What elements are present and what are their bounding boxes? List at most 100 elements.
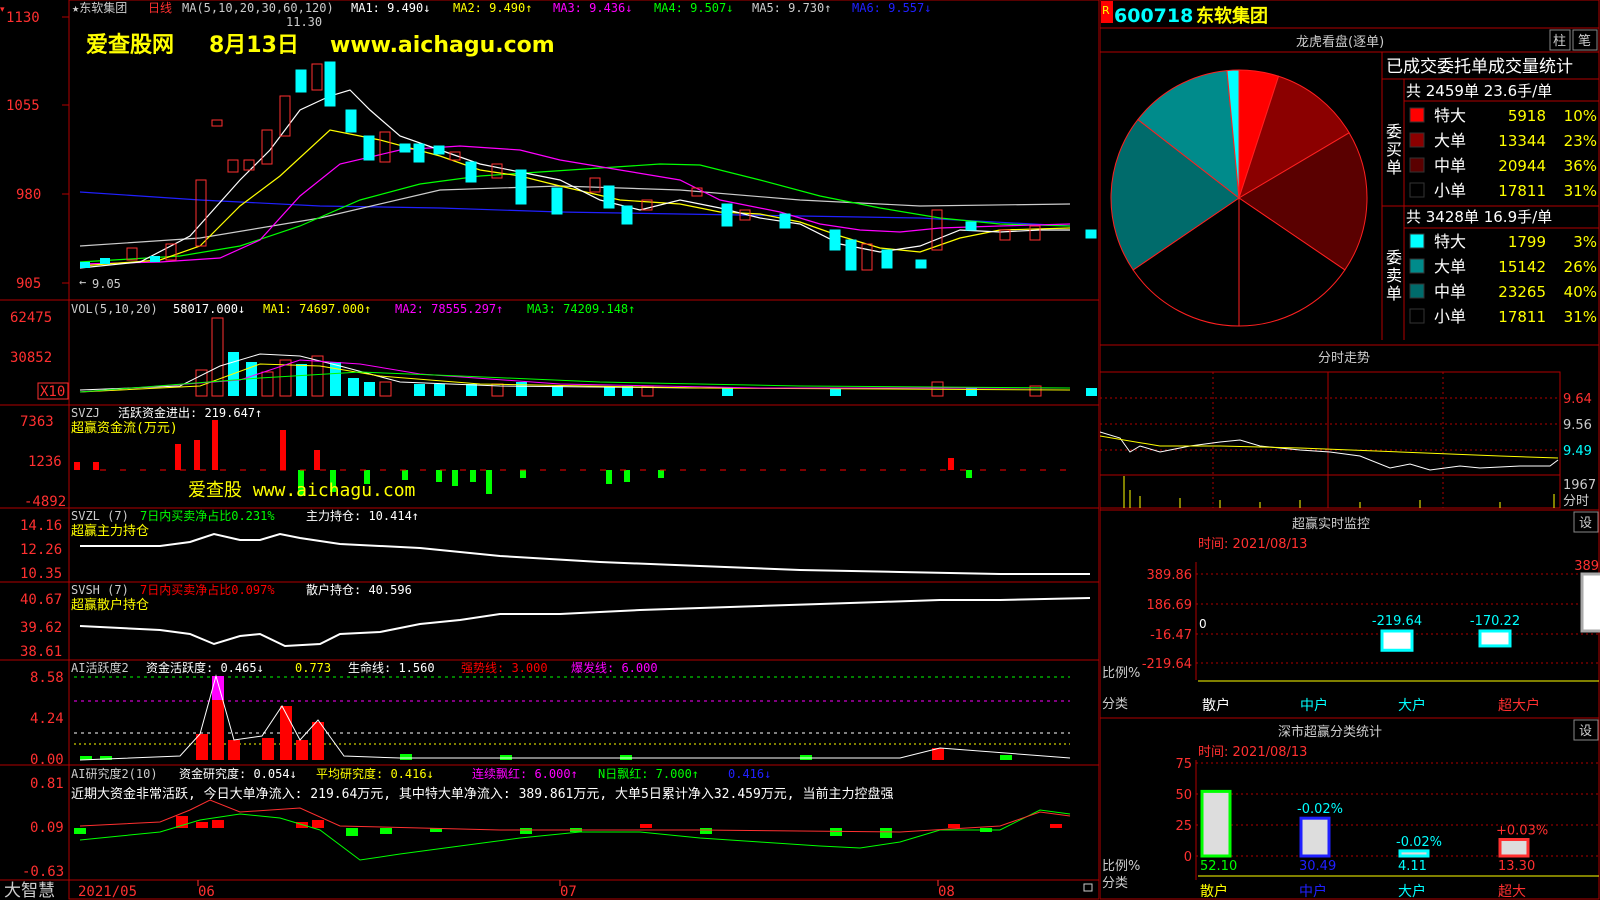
- monitor-bar: [1580, 572, 1600, 633]
- monitor-tick: 389.86: [1147, 568, 1193, 583]
- monitor-value: -219.64: [1372, 614, 1422, 629]
- main-chart-area[interactable]: 1130 1055 980 905 ▾ ★东软集团 日线 MA(5,10,20,…: [0, 0, 1100, 900]
- ma5-line: [79, 185, 1071, 247]
- date-tick: 08: [938, 884, 955, 900]
- vol-title: VOL(5,10,20): [71, 302, 158, 316]
- svzj-panel: SVZJ 活跃资金进出: 219.647↑ 超赢资金流(万元) 7363 123…: [20, 405, 1070, 510]
- vol-unit: X10: [40, 384, 65, 400]
- tick-mode-label: 笔: [1578, 33, 1591, 49]
- vol-tick: 62475: [10, 310, 52, 326]
- sell-header: 共 3428单 16.9手/单: [1406, 208, 1552, 226]
- ma-lines: [79, 89, 1071, 269]
- brand-label: 大智慧: [4, 881, 55, 900]
- low-price-arrow: ←: [79, 275, 86, 289]
- order-pct: 40%: [1564, 283, 1597, 301]
- ai2-desc: 近期大资金非常活跃, 今日大单净流入: 219.64万元, 其中特大单净流入: …: [71, 786, 893, 802]
- monitor-zero: 0: [1199, 617, 1207, 631]
- buy-rows: 特大 5918 10% 大单 13344 23% 中单 20944 36% 小单 17811 31%: [1409, 106, 1597, 200]
- stock-name: 东软集团: [1196, 5, 1268, 27]
- legend-swatch: [1409, 107, 1425, 123]
- legend-swatch: [1409, 308, 1425, 324]
- ai1-l3: 生命线: 1.560: [348, 660, 435, 675]
- period-label: 日线: [148, 1, 172, 15]
- lock-icon[interactable]: [1083, 883, 1093, 892]
- ai2-tick: 0.09: [30, 820, 64, 836]
- buy-header: 共 2459单 23.6手/单: [1406, 82, 1552, 100]
- price-axis: 1130 1055 980 905: [6, 10, 69, 292]
- price-tick: 905: [16, 276, 41, 292]
- ai2-l3: 连续飘红: 6.000↑: [472, 766, 578, 781]
- order-pct: 31%: [1564, 182, 1597, 200]
- high-price-mark: 11.30: [286, 15, 322, 29]
- sz-tick: 50: [1175, 788, 1192, 803]
- order-kind: 中单: [1434, 282, 1466, 301]
- watermark-date: 8月13日: [209, 33, 299, 58]
- price-tick: 1055: [6, 98, 40, 114]
- monitor-value: -170.22: [1470, 614, 1520, 629]
- monitor-category: 超大户: [1498, 697, 1540, 714]
- side-char: 买: [1386, 140, 1402, 159]
- sz-change: -0.02%: [1297, 802, 1343, 817]
- sz-bar: [1299, 816, 1331, 858]
- svzj-tick: 7363: [20, 414, 54, 430]
- order-count: 15142: [1498, 258, 1546, 276]
- svzl-line: [80, 532, 1090, 575]
- vol-panel: VOL(5,10,20) 58017.000↓ MA1: 74697.000↑ …: [10, 302, 1097, 400]
- ma6-line: [79, 191, 1071, 227]
- legend-swatch: [1409, 233, 1425, 249]
- sz-category: 大户: [1398, 883, 1426, 900]
- svzj-tick: 1236: [28, 454, 62, 470]
- sz-change: +0.03%: [1496, 824, 1548, 839]
- price-tick: 1130: [6, 10, 40, 26]
- order-pct: 10%: [1564, 107, 1597, 125]
- order-count: 20944: [1498, 157, 1546, 175]
- monitor-tick: -219.64: [1142, 657, 1192, 672]
- side-char: 委: [1386, 248, 1402, 267]
- sz-category: 中户: [1299, 883, 1327, 900]
- sz-value: 4.11: [1398, 859, 1427, 874]
- vol-value: 58017.000↓: [173, 302, 245, 316]
- order-kind: 特大: [1434, 232, 1466, 251]
- svsh-label1: 7日内买卖净占比0.097%: [140, 582, 275, 597]
- vol-ma2: MA2: 78555.297↑: [395, 302, 503, 316]
- date-tick: 06: [198, 884, 215, 900]
- ai2-l2: 平均研究度: 0.416↓: [316, 766, 434, 781]
- svsh-panel: SVSH (7) 7日内买卖净占比0.097% 散户持仓: 40.596 超赢散…: [20, 582, 1091, 660]
- svzl-sub: 超赢主力持仓: [71, 523, 149, 539]
- lhb-title: 龙虎看盘(逐单): [1296, 34, 1384, 50]
- legend-swatch: [1409, 182, 1425, 198]
- sz-time: 时间: 2021/08/13: [1198, 745, 1307, 760]
- intraday-chart[interactable]: [1100, 371, 1561, 509]
- order-count: 13344: [1498, 132, 1546, 150]
- monitor-bar: [1478, 629, 1512, 648]
- sell-rows: 特大 1799 3% 大单 15142 26% 中单 23265 40% 小单 17811 31%: [1409, 232, 1597, 326]
- order-kind: 小单: [1434, 181, 1466, 200]
- stats-title: 已成交委托单成交量统计: [1386, 57, 1573, 77]
- date-tick: 2021/05: [78, 884, 137, 900]
- watermark-mid: 爱查股 www.aichagu.com: [188, 480, 415, 501]
- stock-code: 600718: [1114, 5, 1193, 27]
- vol-tick: 30852: [10, 350, 52, 366]
- sell-side-label: 委卖单: [1386, 248, 1402, 303]
- ma4-label: MA4: 9.507↓: [654, 1, 733, 15]
- order-pie-chart: [1110, 69, 1368, 327]
- svsh-line: [79, 597, 1091, 648]
- fs-unit: 分时: [1563, 494, 1589, 509]
- sz-category: 超大: [1498, 884, 1526, 900]
- monitor-bar: [1380, 629, 1414, 652]
- sz-tick: 75: [1175, 757, 1192, 772]
- svzl-title: SVZL (7): [71, 509, 129, 523]
- date-tick: 07: [560, 884, 577, 900]
- monitor-value: 389.86: [1574, 559, 1600, 574]
- ai2-l4: N日飘红: 7.000↑: [598, 766, 699, 781]
- sz-category: 散户: [1200, 883, 1228, 900]
- svzl-label2: 主力持仓: 10.414↑: [306, 508, 419, 523]
- order-pct: 3%: [1573, 233, 1597, 251]
- svzj-title: SVZJ: [71, 406, 100, 420]
- svzj-sub: 超赢资金流(万元): [71, 420, 178, 436]
- ai2-l1: 资金研究度: 0.054↓: [179, 766, 297, 781]
- watermark-site: 爱查股网: [86, 33, 174, 58]
- order-count: 17811: [1498, 308, 1546, 326]
- sz-bar: [1200, 789, 1232, 858]
- sz-bar: [1398, 849, 1430, 858]
